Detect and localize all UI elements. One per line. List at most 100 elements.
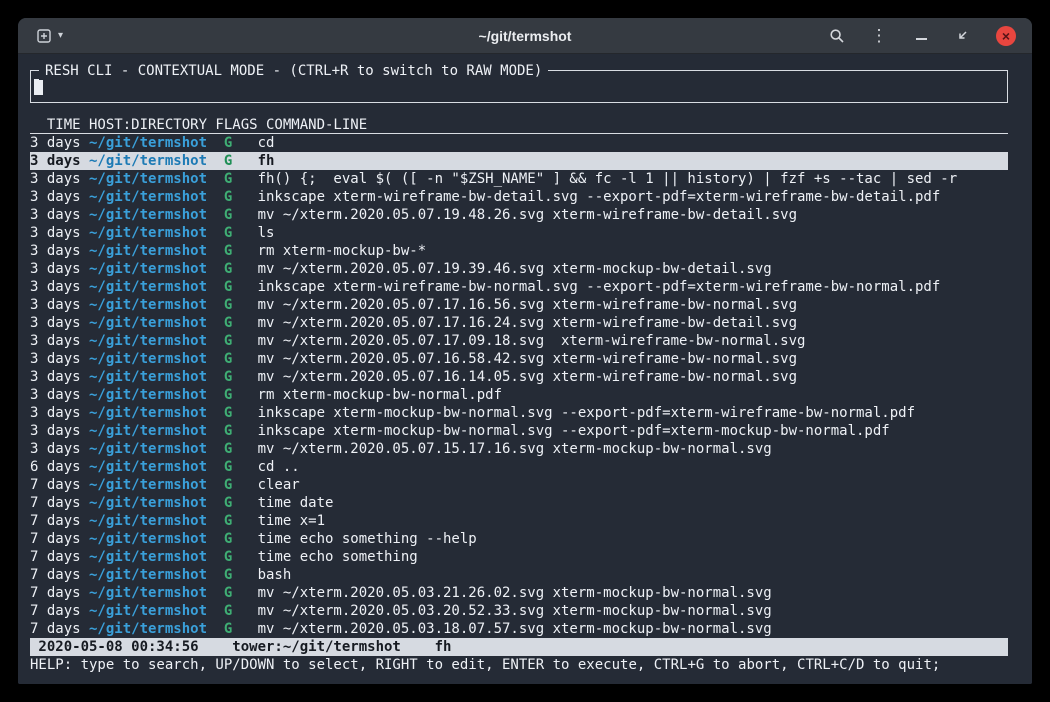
history-directory: ~/git/termshot (89, 566, 224, 584)
history-command: rm xterm-mockup-bw-* (258, 243, 427, 259)
resh-search-box[interactable]: RESH CLI - CONTEXTUAL MODE - (CTRL+R to … (30, 70, 1008, 103)
history-time: 3 days (30, 332, 89, 350)
history-command: clear (258, 477, 300, 493)
history-row[interactable]: 3 days~/git/termshotGinkscape xterm-mock… (30, 422, 1008, 440)
history-row[interactable]: 3 days~/git/termshotGmv ~/xterm.2020.05.… (30, 350, 1008, 368)
history-time: 3 days (30, 260, 89, 278)
history-flags: G (224, 584, 258, 602)
history-time: 3 days (30, 296, 89, 314)
history-time: 3 days (30, 170, 89, 188)
history-time: 7 days (30, 530, 89, 548)
history-flags: G (224, 332, 258, 350)
history-time: 3 days (30, 224, 89, 242)
history-command: time date (258, 495, 334, 511)
history-directory: ~/git/termshot (89, 260, 224, 278)
history-row[interactable]: 3 days~/git/termshotGfh() {; eval $( ([ … (30, 170, 1008, 188)
history-row[interactable]: 7 days~/git/termshotGclear (30, 476, 1008, 494)
history-row[interactable]: 3 days~/git/termshotGmv ~/xterm.2020.05.… (30, 314, 1008, 332)
history-command: rm xterm-mockup-bw-normal.pdf (258, 387, 502, 403)
history-directory: ~/git/termshot (89, 170, 224, 188)
history-time: 3 days (30, 134, 89, 152)
history-flags: G (224, 404, 258, 422)
new-tab-button[interactable]: ▾ (36, 28, 63, 44)
menu-button[interactable]: ⋮ (870, 27, 888, 45)
history-flags: G (224, 260, 258, 278)
unmaximize-button[interactable] (954, 27, 972, 45)
history-row[interactable]: 7 days~/git/termshotGtime x=1 (30, 512, 1008, 530)
history-row[interactable]: 3 days~/git/termshotGmv ~/xterm.2020.05.… (30, 440, 1008, 458)
history-row[interactable]: 3 days~/git/termshotGrm xterm-mockup-bw-… (30, 386, 1008, 404)
history-command: inkscape xterm-mockup-bw-normal.svg --ex… (258, 423, 890, 439)
history-time: 6 days (30, 458, 89, 476)
history-row[interactable]: 7 days~/git/termshotGtime echo something… (30, 530, 1008, 548)
history-row[interactable]: 3 days~/git/termshotGinkscape xterm-wire… (30, 278, 1008, 296)
history-time: 3 days (30, 422, 89, 440)
close-button[interactable]: × (996, 26, 1016, 46)
history-row[interactable]: 7 days~/git/termshotGmv ~/xterm.2020.05.… (30, 620, 1008, 638)
history-row[interactable]: 3 days~/git/termshotGmv ~/xterm.2020.05.… (30, 206, 1008, 224)
history-time: 3 days (30, 242, 89, 260)
history-time: 3 days (30, 206, 89, 224)
history-command: ls (258, 225, 275, 241)
history-flags: G (224, 206, 258, 224)
history-flags: G (224, 386, 258, 404)
history-flags: G (224, 314, 258, 332)
history-directory: ~/git/termshot (89, 350, 224, 368)
search-icon (829, 28, 845, 44)
history-flags: G (224, 440, 258, 458)
history-row[interactable]: 3 days~/git/termshotGls (30, 224, 1008, 242)
history-row[interactable]: 7 days~/git/termshotGmv ~/xterm.2020.05.… (30, 602, 1008, 620)
history-directory: ~/git/termshot (89, 620, 224, 638)
history-command: mv ~/xterm.2020.05.07.16.14.05.svg xterm… (258, 369, 797, 385)
history-flags: G (224, 494, 258, 512)
search-button[interactable] (828, 27, 846, 45)
history-row[interactable]: 7 days~/git/termshotGtime date (30, 494, 1008, 512)
history-directory: ~/git/termshot (89, 422, 224, 440)
titlebar-left: ▾ (36, 28, 63, 44)
history-time: 3 days (30, 386, 89, 404)
history-row[interactable]: 3 days~/git/termshotGinkscape xterm-wire… (30, 188, 1008, 206)
history-command: mv ~/xterm.2020.05.03.21.26.02.svg xterm… (258, 585, 772, 601)
history-row[interactable]: 3 days~/git/termshotGrm xterm-mockup-bw-… (30, 242, 1008, 260)
history-directory: ~/git/termshot (89, 494, 224, 512)
history-time: 3 days (30, 440, 89, 458)
history-time: 7 days (30, 476, 89, 494)
history-time: 7 days (30, 620, 89, 638)
history-flags: G (224, 458, 258, 476)
history-row[interactable]: 3 days~/git/termshotGmv ~/xterm.2020.05.… (30, 368, 1008, 386)
history-time: 3 days (30, 278, 89, 296)
history-row[interactable]: 7 days~/git/termshotGbash (30, 566, 1008, 584)
history-time: 3 days (30, 368, 89, 386)
history-time: 7 days (30, 602, 89, 620)
history-command: time x=1 (258, 513, 325, 529)
minimize-icon (916, 38, 927, 40)
history-row[interactable]: 3 days~/git/termshotGinkscape xterm-mock… (30, 404, 1008, 422)
history-directory: ~/git/termshot (89, 206, 224, 224)
history-flags: G (224, 530, 258, 548)
history-time: 3 days (30, 152, 89, 170)
history-time: 7 days (30, 494, 89, 512)
history-directory: ~/git/termshot (89, 368, 224, 386)
history-directory: ~/git/termshot (89, 512, 224, 530)
history-directory: ~/git/termshot (89, 224, 224, 242)
history-directory: ~/git/termshot (89, 530, 224, 548)
history-command: cd .. (258, 459, 300, 475)
history-directory: ~/git/termshot (89, 386, 224, 404)
history-row[interactable]: 7 days~/git/termshotGtime echo something (30, 548, 1008, 566)
history-flags: G (224, 476, 258, 494)
history-time: 7 days (30, 512, 89, 530)
minimize-button[interactable] (912, 27, 930, 45)
history-row[interactable]: 3 days~/git/termshotGmv ~/xterm.2020.05.… (30, 332, 1008, 350)
history-flags: G (224, 368, 258, 386)
history-command: mv ~/xterm.2020.05.07.19.48.26.svg xterm… (258, 207, 797, 223)
history-row[interactable]: 7 days~/git/termshotGmv ~/xterm.2020.05.… (30, 584, 1008, 602)
history-command: mv ~/xterm.2020.05.03.20.52.33.svg xterm… (258, 603, 772, 619)
history-row[interactable]: 3 days~/git/termshotGfh (30, 152, 1008, 170)
history-directory: ~/git/termshot (89, 548, 224, 566)
history-row[interactable]: 3 days~/git/termshotGmv ~/xterm.2020.05.… (30, 296, 1008, 314)
history-row[interactable]: 3 days~/git/termshotGcd (30, 134, 1008, 152)
history-flags: G (224, 548, 258, 566)
history-row[interactable]: 3 days~/git/termshotGmv ~/xterm.2020.05.… (30, 260, 1008, 278)
history-row[interactable]: 6 days~/git/termshotGcd .. (30, 458, 1008, 476)
history-flags: G (224, 602, 258, 620)
